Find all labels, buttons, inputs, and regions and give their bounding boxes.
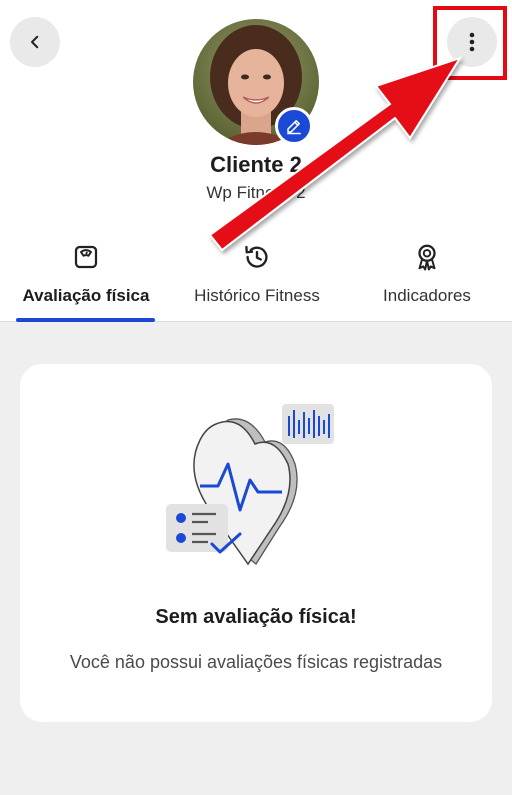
- award-icon: [418, 244, 436, 271]
- tab-indicadores[interactable]: Indicadores: [342, 238, 512, 322]
- back-button[interactable]: [10, 17, 60, 67]
- scale-icon: [74, 245, 98, 269]
- history-icon: [245, 245, 268, 268]
- chevron-left-icon: [31, 35, 39, 49]
- tab-avaliacao-fisica[interactable]: Avaliação física: [0, 238, 172, 322]
- client-subtitle: Wp Fitness 2: [206, 183, 306, 202]
- tab-label: Histórico Fitness: [194, 286, 320, 305]
- empty-state-description: Você não possui avaliações físicas regis…: [69, 652, 443, 672]
- empty-state-title: Sem avaliação física!: [155, 606, 357, 628]
- tab-historico-fitness[interactable]: Histórico Fitness: [172, 238, 342, 322]
- heart-monitor-illustration: [166, 404, 334, 566]
- highlight-box: [433, 6, 507, 80]
- client-name: Cliente 2: [210, 152, 302, 177]
- tab-label: Avaliação física: [22, 286, 150, 305]
- edit-photo-button[interactable]: [275, 107, 313, 145]
- tab-label: Indicadores: [383, 286, 471, 305]
- pencil-icon: [287, 120, 301, 135]
